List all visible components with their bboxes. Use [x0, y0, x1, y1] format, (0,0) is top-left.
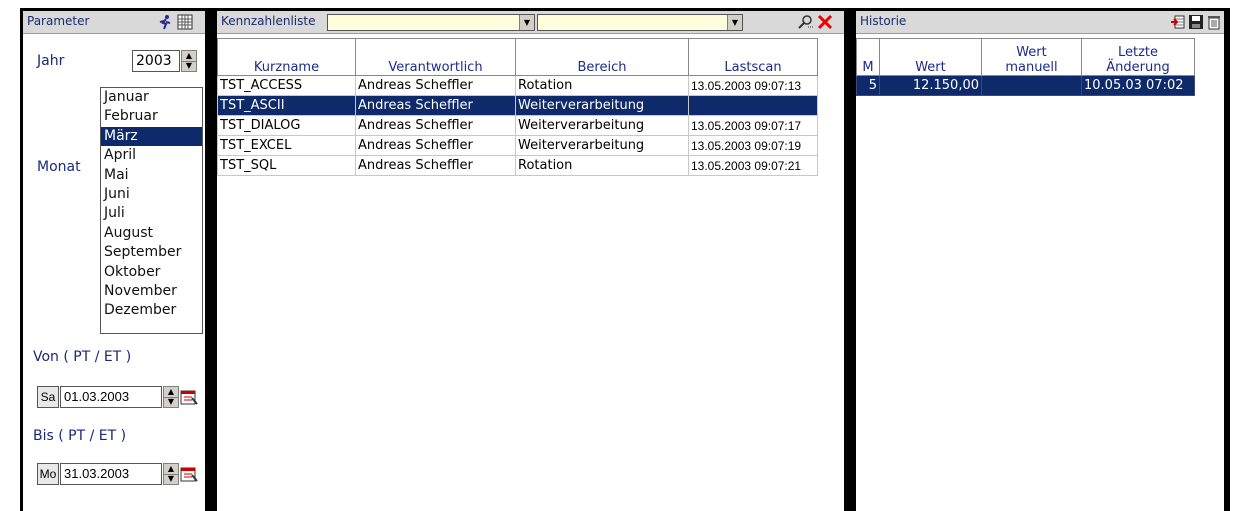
table-row[interactable]: TST_EXCEL Andreas Scheffler Weiterverarbei…: [217, 135, 818, 156]
kennzahlen-panel-body: Kennzahlenliste ▼ ▼ Kurzname Verantwortl…: [217, 11, 844, 511]
historie-table: M Wert Wert manuell Letzte Änderung 5 12.…: [856, 38, 1195, 96]
month-item[interactable]: Dezember: [101, 301, 202, 320]
month-item[interactable]: Januar: [101, 88, 202, 107]
month-item[interactable]: Juli: [101, 204, 202, 223]
save-icon[interactable]: [1188, 14, 1204, 30]
col-lastscan[interactable]: Lastscan: [688, 38, 818, 76]
col-kurzname[interactable]: Kurzname: [217, 38, 356, 76]
bis-weekday: Mo: [37, 463, 59, 485]
month-item[interactable]: April: [101, 146, 202, 165]
cell-kurzname: TST_ASCII: [217, 95, 356, 116]
kennzahlen-title: Kennzahlenliste: [221, 14, 316, 28]
cell-verantwortlich: Andreas Scheffler: [355, 155, 516, 176]
cell-lastscan: 13.05.2003 09:07:19: [688, 135, 818, 156]
month-item[interactable]: Februar: [101, 107, 202, 126]
jahr-label: Jahr: [37, 53, 65, 69]
cell-verantwortlich: Andreas Scheffler: [355, 135, 516, 156]
chevron-down-icon[interactable]: ▼: [519, 15, 534, 30]
parameter-panel-body: Parameter Jahr 2003 ▲ ▼ Monat Januar Febr…: [23, 11, 205, 511]
cell-letzte-aenderung: 10.05.03 07:02: [1081, 75, 1195, 96]
monat-label: Monat: [37, 159, 81, 175]
cell-lastscan: 13.05.2003 09:07:13: [688, 75, 818, 96]
cell-wert-manuell: [981, 75, 1082, 96]
bis-calendar-icon[interactable]: [180, 465, 198, 483]
kennzahlen-panel: Kennzahlenliste ▼ ▼ Kurzname Verantwortl…: [211, 8, 850, 511]
close-icon[interactable]: [817, 14, 833, 30]
trash-icon[interactable]: [1206, 14, 1222, 30]
table-row[interactable]: TST_ACCESS Andreas Scheffler Rotation 13.05…: [217, 75, 818, 96]
table-row[interactable]: TST_DIALOG Andreas Scheffler Weiterverarbe…: [217, 115, 818, 136]
col-m[interactable]: M: [856, 38, 880, 76]
col-wert-manuell-label: Wert manuell: [1005, 45, 1058, 75]
cell-bereich: Weiterverarbeitung: [515, 115, 689, 136]
historie-header-row: M Wert Wert manuell Letzte Änderung: [856, 38, 1195, 76]
col-wert-manuell[interactable]: Wert manuell: [981, 38, 1082, 76]
filter-combo-2[interactable]: ▼: [537, 14, 743, 31]
cell-bereich: Weiterverarbeitung: [515, 95, 689, 116]
parameter-title: Parameter: [27, 14, 90, 28]
cell-wert: 12.150,00: [879, 75, 982, 96]
cell-bereich: Rotation: [515, 155, 689, 176]
historie-titlebar: Historie: [856, 11, 1224, 34]
von-label: Von ( PT / ET ): [33, 349, 132, 365]
table-row[interactable]: 5 12.150,00 10.05.03 07:02: [856, 75, 1195, 96]
month-item[interactable]: September: [101, 243, 202, 262]
parameter-titlebar: Parameter: [23, 11, 205, 34]
cell-kurzname: TST_DIALOG: [217, 115, 356, 136]
historie-title: Historie: [860, 14, 907, 28]
kennzahlen-titlebar: Kennzahlenliste ▼ ▼: [217, 11, 844, 34]
month-item[interactable]: Mai: [101, 166, 202, 185]
cell-m: 5: [856, 75, 880, 96]
historie-panel: Historie M Wert Wert manuell Letzte Ände…: [850, 8, 1230, 511]
month-item[interactable]: Juni: [101, 185, 202, 204]
col-letzte-aenderung-label: Letzte Änderung: [1106, 45, 1170, 75]
cell-verantwortlich: Andreas Scheffler: [355, 75, 516, 96]
von-calendar-icon[interactable]: [180, 388, 198, 406]
cell-kurzname: TST_EXCEL: [217, 135, 356, 156]
jahr-spinner[interactable]: ▲ ▼: [181, 50, 197, 72]
col-bereich[interactable]: Bereich: [515, 38, 689, 76]
col-letzte-aenderung[interactable]: Letzte Änderung: [1081, 38, 1195, 76]
spin-down-icon[interactable]: ▼: [164, 397, 178, 407]
cell-verantwortlich: Andreas Scheffler: [355, 95, 516, 116]
cell-lastscan: 13.05.2003 09:07:17: [688, 115, 818, 136]
spin-down-icon[interactable]: ▼: [164, 474, 178, 484]
run-icon[interactable]: [157, 14, 173, 30]
von-date-spinner[interactable]: ▲ ▼: [163, 386, 179, 408]
kennzahlen-header-row: Kurzname Verantwortlich Bereich Lastscan: [217, 38, 818, 76]
cell-bereich: Weiterverarbeitung: [515, 135, 689, 156]
col-verantwortlich[interactable]: Verantwortlich: [355, 38, 516, 76]
month-item[interactable]: November: [101, 282, 202, 301]
cell-lastscan: [688, 95, 818, 116]
cell-kurzname: TST_ACCESS: [217, 75, 356, 96]
historie-panel-body: Historie M Wert Wert manuell Letzte Ände…: [856, 11, 1224, 511]
cell-verantwortlich: Andreas Scheffler: [355, 115, 516, 136]
jahr-input[interactable]: 2003: [132, 50, 180, 72]
filter-combo-1[interactable]: ▼: [327, 14, 535, 31]
table-row[interactable]: TST_SQL Andreas Scheffler Rotation 13.05.20…: [217, 155, 818, 176]
cell-bereich: Rotation: [515, 75, 689, 96]
month-item[interactable]: Oktober: [101, 263, 202, 282]
month-item[interactable]: August: [101, 224, 202, 243]
bis-date-input[interactable]: 31.03.2003: [60, 463, 162, 485]
kennzahlen-table: Kurzname Verantwortlich Bereich Lastscan…: [217, 38, 818, 176]
von-date-input[interactable]: 01.03.2003: [60, 386, 162, 408]
chevron-down-icon[interactable]: ▼: [727, 15, 742, 30]
cell-lastscan: 13.05.2003 09:07:21: [688, 155, 818, 176]
bis-date-spinner[interactable]: ▲ ▼: [163, 463, 179, 485]
von-weekday: Sa: [37, 386, 59, 408]
search-icon[interactable]: [798, 14, 814, 30]
grid-icon[interactable]: [177, 14, 193, 30]
spin-down-icon[interactable]: ▼: [182, 61, 196, 71]
import-icon[interactable]: [1170, 14, 1186, 30]
bis-label: Bis ( PT / ET ): [33, 428, 127, 444]
cell-kurzname: TST_SQL: [217, 155, 356, 176]
parameter-panel: Parameter Jahr 2003 ▲ ▼ Monat Januar Febr…: [20, 8, 211, 511]
month-item[interactable]: März: [101, 126, 202, 147]
col-wert[interactable]: Wert: [879, 38, 982, 76]
table-row[interactable]: TST_ASCII Andreas Scheffler Weiterverarbei…: [217, 95, 818, 116]
month-listbox[interactable]: Januar Februar März April Mai Juni Juli August S…: [100, 87, 203, 334]
